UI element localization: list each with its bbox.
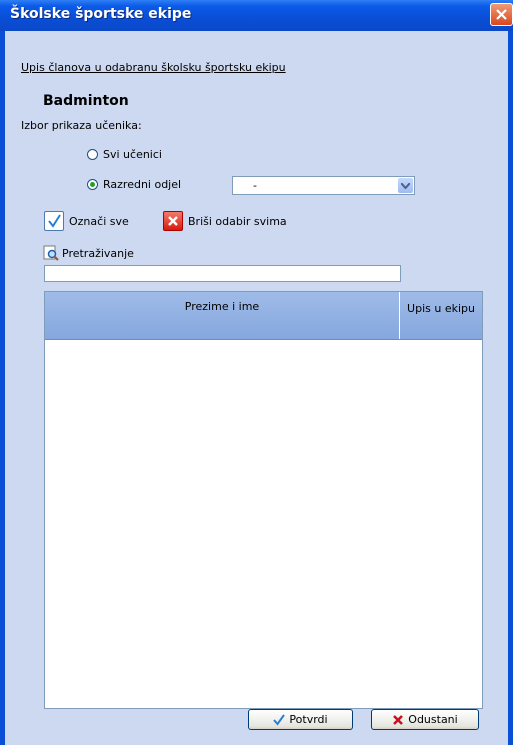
checkmark-icon: [44, 211, 64, 231]
dialog-window: Školske športske ekipe Upis članova u od…: [0, 0, 513, 745]
students-table[interactable]: Prezime i ime Upis u ekipu: [44, 291, 483, 709]
radio-all-label: Svi učenici: [103, 148, 162, 161]
close-button[interactable]: [490, 3, 513, 26]
cancel-button[interactable]: Odustani: [371, 709, 479, 730]
confirm-label: Potvrdi: [289, 713, 328, 726]
clear-all-label: Briši odabir svima: [188, 214, 287, 228]
radio-class-label: Razredni odjel: [103, 178, 182, 191]
table-header: Prezime i ime Upis u ekipu: [45, 292, 482, 340]
search-row: Pretraživanje: [43, 245, 134, 261]
radio-checked-icon: [87, 179, 98, 190]
cancel-label: Odustani: [408, 713, 458, 726]
radio-class[interactable]: Razredni odjel: [87, 178, 181, 191]
view-label: Izbor prikaza učenika:: [21, 119, 142, 132]
red-x-icon: [163, 211, 183, 231]
clear-all-button[interactable]: Briši odabir svima: [163, 211, 287, 231]
chevron-down-icon[interactable]: [398, 178, 413, 193]
close-icon: [496, 9, 507, 20]
checkmark-icon: [273, 713, 286, 726]
search-label: Pretraživanje: [62, 246, 134, 260]
title-bar[interactable]: Školske športske ekipe: [0, 0, 513, 31]
confirm-button[interactable]: Potvrdi: [248, 709, 353, 730]
window-title: Školske športske ekipe: [10, 6, 192, 22]
form-heading: Upis članova u odabranu školsku športsku…: [21, 61, 286, 74]
sport-title: Badminton: [43, 93, 129, 109]
class-select-value: -: [253, 179, 257, 192]
column-header-enroll-label: Upis u ekipu: [407, 302, 475, 315]
radio-all-students[interactable]: Svi učenici: [87, 148, 162, 161]
radio-icon: [87, 149, 98, 160]
dialog-body: Upis članova u odabranu školsku športsku…: [5, 31, 508, 745]
class-select[interactable]: -: [232, 176, 415, 195]
select-all-button[interactable]: Označi sve: [44, 211, 129, 231]
magnifier-icon: [43, 245, 59, 261]
column-header-name[interactable]: Prezime i ime: [45, 292, 400, 339]
x-icon: [393, 714, 404, 725]
column-header-enroll[interactable]: Upis u ekipu: [400, 292, 482, 339]
search-input[interactable]: [44, 265, 401, 282]
select-all-label: Označi sve: [69, 214, 129, 228]
